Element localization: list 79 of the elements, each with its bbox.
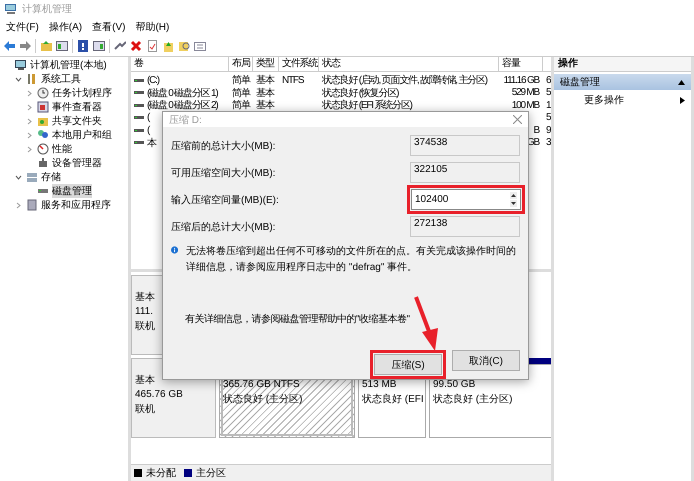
table-cell: 5 — [546, 87, 550, 98]
table-cell: 1 — [546, 100, 550, 111]
readonly-field: 322105 — [410, 162, 520, 183]
table-cell: 100 MB — [512, 100, 539, 111]
menu-item[interactable]: 文件(F) — [2, 20, 43, 34]
column-header[interactable]: 容量 — [499, 57, 543, 71]
table-cell: 简单 — [232, 100, 250, 112]
readonly-field: 374538 — [410, 135, 520, 156]
table-cell: 简单 — [232, 75, 250, 86]
table-cell: 状态良好 (EFI 系统分区) — [322, 100, 412, 112]
tree-item[interactable]: 计算机管理(本地) — [30, 58, 107, 72]
column-header[interactable]: 布局 — [229, 57, 253, 71]
partition-status: 状态良好 (主分区) — [223, 392, 304, 406]
partition-size: 365.76 GB NTFS — [223, 379, 301, 390]
partition-size: 99.50 GB — [433, 379, 476, 390]
table-cell: NTFS — [282, 74, 304, 86]
disk-info: 基本 — [135, 374, 156, 387]
table-cell: (C:) — [147, 74, 159, 86]
tree-item[interactable]: 服务和应用程序 — [41, 198, 111, 212]
table-cell-text: (磁盘 0 磁盘分区 1) — [147, 86, 218, 100]
legend-label: 未分配 — [146, 466, 176, 480]
partition-status: 状态良好 (主分区) — [433, 392, 514, 406]
tree-item[interactable]: 系统工具 — [41, 72, 81, 86]
table-cell: 3 — [546, 137, 550, 148]
tree-item[interactable]: 性能 — [52, 142, 72, 156]
dialog-title: 压缩 D: — [169, 114, 202, 126]
column-header[interactable]: 卷 — [131, 57, 229, 71]
table-cell-text: 本 — [147, 136, 156, 150]
menu-item[interactable]: 帮助(H) — [131, 20, 174, 34]
table-cell: 6 — [546, 74, 550, 86]
disk-info: 111. — [135, 306, 154, 317]
section-title: 磁盘管理 — [560, 76, 600, 89]
partition-status: 状态良好 (EFI — [362, 392, 422, 406]
table-cell: ( — [147, 124, 150, 136]
table-cell: 状态良好 (恢复分区) — [322, 88, 398, 99]
table-cell: 529 MB — [512, 87, 539, 98]
table-cell: 111.16 GB — [503, 74, 539, 86]
field-label: 压缩前的总计大小(MB): — [171, 140, 276, 152]
pane-header: 操作 — [554, 57, 691, 72]
partition-size: 513 MB — [362, 379, 398, 390]
table-cell: B — [534, 124, 539, 136]
tree-item[interactable]: 本地用户和组 — [52, 128, 112, 142]
table-cell-text: (磁盘 0 磁盘分区 2) — [147, 99, 218, 112]
disk-info: 465.76 GB — [135, 389, 184, 400]
field-label: 输入压缩空间量(MB)(E): — [171, 194, 279, 206]
legend-label: 主分区 — [196, 466, 226, 480]
window-title: 计算机管理 — [22, 2, 72, 16]
tree-item[interactable]: 任务计划程序 — [52, 86, 112, 100]
tree-item[interactable]: 存储 — [41, 170, 61, 184]
tree-item[interactable]: 事件查看器 — [52, 100, 102, 114]
readonly-field: 272138 — [410, 216, 520, 237]
disk-info: 基本 — [135, 290, 156, 304]
table-cell: 基本 — [256, 75, 274, 86]
column-header[interactable]: 状态 — [319, 57, 499, 71]
column-header[interactable]: 类型 — [253, 57, 279, 71]
action-item[interactable]: 更多操作 — [560, 93, 624, 107]
help-text: 有关详细信息，请参阅磁盘管理帮助中的"收缩基本卷" — [185, 312, 411, 326]
disk-info: 联机 — [135, 320, 156, 333]
tree-item[interactable]: 共享文件夹 — [52, 114, 102, 128]
table-cell: ( — [147, 112, 150, 124]
action-section[interactable]: 磁盘管理 — [554, 74, 691, 90]
number-input[interactable]: 102400 — [411, 189, 521, 210]
column-header[interactable]: 文件系统 — [279, 57, 319, 71]
shrink-button[interactable]: 压缩(S) — [374, 354, 442, 375]
table-cell: 简单 — [232, 88, 250, 99]
tree-item[interactable]: 设备管理器 — [52, 156, 102, 170]
table-cell: 基本 — [256, 88, 274, 99]
info-message: 无法将卷压缩到超出任何不可移动的文件所在的点。有关完成该操作时间的详细信息，请参阅应用程序日志中的 "defrag" 事件。 — [186, 244, 518, 275]
table-cell: 状态良好 (启动, 页面文件, 故障转储, 主分区) — [322, 75, 487, 86]
table-cell: 9 — [546, 124, 550, 136]
disk-info: 联机 — [135, 402, 156, 416]
menu-item[interactable]: 查看(V) — [88, 20, 130, 34]
table-cell: 5 — [546, 112, 550, 124]
table-cell: 基本 — [256, 100, 274, 112]
menu-item[interactable]: 操作(A) — [44, 20, 86, 34]
tree-item[interactable]: 磁盘管理 — [52, 184, 92, 198]
field-label: 压缩后的总计大小(MB): — [171, 220, 276, 234]
field-label: 可用压缩空间大小(MB): — [171, 166, 276, 180]
cancel-button[interactable]: 取消(C) — [452, 350, 520, 371]
